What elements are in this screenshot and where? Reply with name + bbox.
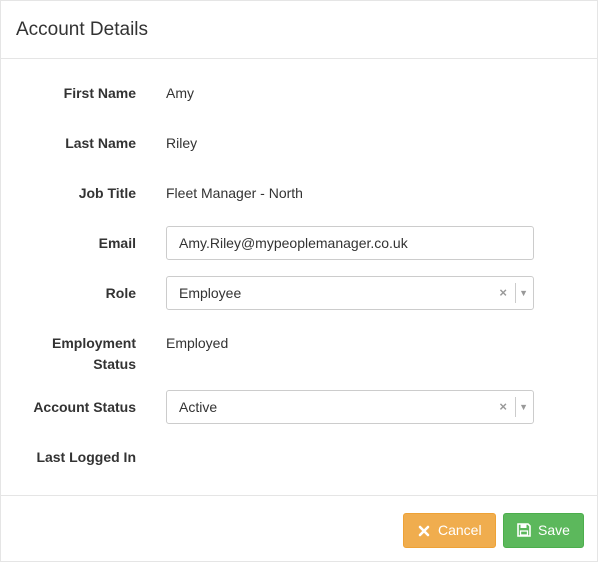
job-title-value: Fleet Manager - North (166, 185, 303, 201)
modal-title: Account Details (16, 19, 149, 40)
account-details-modal: Account Details First Name Amy Last Name… (0, 0, 598, 562)
last-name-label: Last Name (65, 135, 136, 151)
role-select-divider (515, 283, 516, 303)
cancel-button-label: Cancel (438, 522, 482, 538)
employment-status-label: Employment Status (1, 333, 136, 375)
cancel-button[interactable]: Cancel (403, 513, 496, 548)
account-status-select-divider (515, 397, 516, 417)
first-name-label: First Name (63, 85, 136, 101)
employment-status-label-line1: Employment (51, 335, 136, 351)
last-logged-in-label: Last Logged In (36, 449, 136, 465)
account-status-label: Account Status (33, 399, 136, 415)
role-chevron-down-icon[interactable]: ▼ (519, 277, 528, 309)
save-button[interactable]: Save (503, 513, 584, 548)
account-status-clear-icon[interactable]: × (499, 391, 507, 423)
employment-status-label-line2: Status (93, 356, 136, 372)
close-icon (416, 514, 432, 547)
role-selected-value: Employee (179, 285, 242, 301)
account-status-chevron-down-icon[interactable]: ▼ (519, 391, 528, 423)
role-select[interactable]: Employee × ▼ (166, 276, 534, 310)
modal-header: Account Details (1, 1, 597, 59)
employment-status-value: Employed (166, 335, 229, 351)
first-name-value: Amy (166, 85, 194, 101)
role-label: Role (105, 285, 136, 301)
email-label: Email (98, 235, 136, 251)
save-button-label: Save (538, 522, 570, 538)
email-field[interactable] (166, 226, 534, 260)
account-status-select[interactable]: Active × ▼ (166, 390, 534, 424)
account-status-selected-value: Active (179, 399, 218, 415)
job-title-label: Job Title (78, 185, 136, 201)
role-clear-icon[interactable]: × (499, 277, 507, 309)
modal-footer: Cancel Save (1, 495, 597, 561)
floppy-disk-icon (516, 514, 532, 547)
last-name-value: Riley (166, 135, 198, 151)
